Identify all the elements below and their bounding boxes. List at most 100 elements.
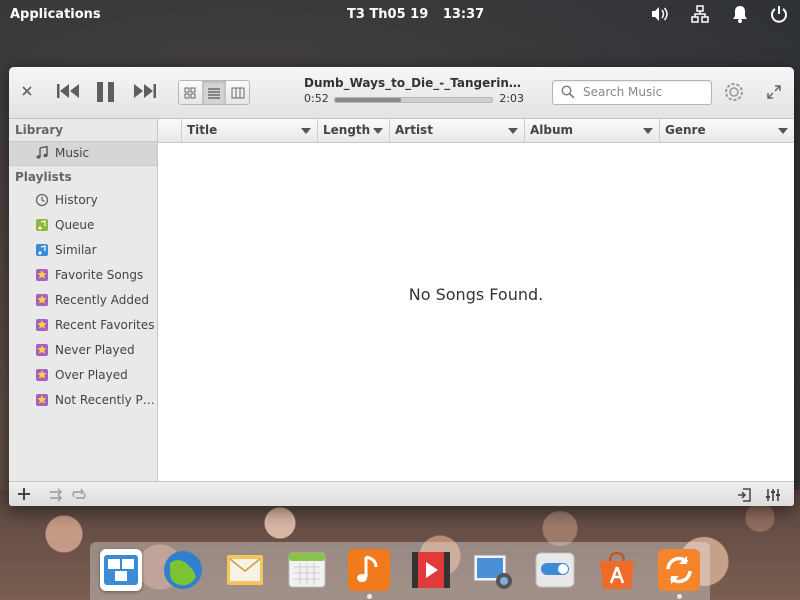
maximize-button[interactable] bbox=[767, 84, 781, 103]
column-label: Title bbox=[187, 123, 218, 137]
column-header-title[interactable]: Title bbox=[182, 119, 318, 142]
sidebar-item-favorite-songs[interactable]: Favorite Songs bbox=[9, 263, 157, 288]
list-view-button[interactable] bbox=[202, 81, 227, 104]
next-button[interactable] bbox=[133, 83, 157, 103]
web-browser-icon[interactable] bbox=[162, 549, 204, 591]
sidebar-item-recent-favorites[interactable]: Recent Favorites bbox=[9, 313, 157, 338]
column-header-album[interactable]: Album bbox=[525, 119, 660, 142]
app-center-icon[interactable] bbox=[596, 549, 638, 591]
smart-playlist-icon bbox=[36, 294, 48, 306]
columns-icon bbox=[231, 87, 245, 98]
info-panel-button[interactable] bbox=[737, 487, 751, 506]
volume-icon[interactable] bbox=[650, 5, 670, 25]
music-app-icon[interactable] bbox=[348, 549, 390, 591]
power-icon[interactable] bbox=[769, 5, 789, 25]
column-view-button[interactable] bbox=[226, 81, 249, 104]
repeat-icon bbox=[72, 488, 86, 499]
sidebar-item-label: Recent Favorites bbox=[55, 318, 155, 332]
smart-playlist-icon bbox=[36, 369, 48, 381]
header-bar: Dumb_Ways_to_Die_-_Tangerine_Kit... 0:52… bbox=[9, 67, 794, 119]
sidebar-item-label: Similar bbox=[55, 243, 97, 257]
mail-icon[interactable] bbox=[224, 549, 266, 591]
plus-icon bbox=[18, 488, 30, 500]
expand-icon bbox=[767, 85, 781, 99]
column-label: Genre bbox=[665, 123, 706, 137]
action-bar bbox=[9, 481, 794, 506]
sidebar-item-over-played[interactable]: Over Played bbox=[9, 363, 157, 388]
running-indicator bbox=[367, 594, 372, 599]
date-label: T3 Th05 19 bbox=[347, 7, 429, 22]
notifications-icon[interactable] bbox=[730, 5, 750, 25]
gear-icon bbox=[725, 83, 743, 101]
applications-menu[interactable]: Applications bbox=[10, 7, 101, 22]
shuffle-icon bbox=[50, 488, 62, 502]
sidebar-item-music[interactable]: Music bbox=[9, 141, 157, 166]
smart-playlist-icon bbox=[36, 344, 48, 356]
add-playlist-button[interactable] bbox=[17, 486, 31, 505]
total-time: 2:03 bbox=[499, 92, 524, 105]
sidebar-item-queue[interactable]: Queue bbox=[9, 213, 157, 238]
grid-view-button[interactable] bbox=[179, 81, 203, 104]
chevron-down-icon bbox=[373, 128, 383, 134]
sidebar-item-label: Never Played bbox=[55, 343, 135, 357]
source-sidebar: Library Music Playlists History Queue Si… bbox=[9, 119, 158, 481]
sidebar-item-label: Favorite Songs bbox=[55, 268, 144, 282]
previous-button[interactable] bbox=[56, 83, 80, 103]
smart-playlist-icon bbox=[36, 319, 48, 331]
running-indicator bbox=[677, 594, 682, 599]
sidebar-item-recently-added[interactable]: Recently Added bbox=[9, 288, 157, 313]
chevron-down-icon bbox=[778, 128, 788, 134]
multitasking-view-icon[interactable] bbox=[100, 549, 142, 591]
view-mode-switcher bbox=[178, 80, 250, 105]
column-header-genre[interactable]: Genre bbox=[660, 119, 794, 142]
sidebar-item-label: History bbox=[55, 193, 98, 207]
column-label: Album bbox=[530, 123, 574, 137]
playlists-header: Playlists bbox=[15, 170, 72, 184]
column-header-status[interactable] bbox=[158, 119, 182, 142]
shuffle-button[interactable] bbox=[49, 487, 65, 506]
sidebar-item-not-recently-played[interactable]: Not Recently Pla... bbox=[9, 388, 157, 413]
equalizer-settings-button[interactable] bbox=[723, 81, 745, 107]
sidebar-toggle-icon bbox=[738, 488, 751, 502]
close-icon bbox=[22, 86, 32, 96]
pause-button[interactable] bbox=[95, 81, 117, 107]
similar-icon bbox=[36, 244, 48, 256]
grid-icon bbox=[184, 87, 196, 98]
now-playing: Dumb_Ways_to_Die_-_Tangerine_Kit... 0:52… bbox=[304, 76, 524, 106]
history-icon bbox=[35, 193, 49, 207]
system-settings-icon[interactable] bbox=[534, 549, 576, 591]
sidebar-item-label: Over Played bbox=[55, 368, 128, 382]
network-icon[interactable] bbox=[690, 5, 710, 25]
top-panel: Applications T3 Th05 19 13:37 bbox=[0, 0, 800, 30]
column-header-artist[interactable]: Artist bbox=[390, 119, 525, 142]
chevron-down-icon bbox=[508, 128, 518, 134]
column-label: Length bbox=[323, 123, 371, 137]
time-label: 13:37 bbox=[442, 7, 485, 22]
close-button[interactable] bbox=[21, 83, 33, 101]
sidebar-item-never-played[interactable]: Never Played bbox=[9, 338, 157, 363]
search-field[interactable] bbox=[552, 80, 712, 105]
seek-bar[interactable] bbox=[334, 97, 493, 103]
sidebar-item-similar[interactable]: Similar bbox=[9, 238, 157, 263]
music-window: Dumb_Ways_to_Die_-_Tangerine_Kit... 0:52… bbox=[9, 67, 794, 506]
photos-icon[interactable] bbox=[472, 549, 514, 591]
videos-icon[interactable] bbox=[410, 549, 452, 591]
equalizer-button[interactable] bbox=[765, 487, 781, 506]
datetime-indicator[interactable]: T3 Th05 19 13:37 bbox=[347, 7, 494, 22]
software-updates-icon[interactable] bbox=[658, 549, 700, 591]
pause-icon bbox=[97, 82, 114, 102]
calendar-icon[interactable] bbox=[286, 549, 328, 591]
seek-bar-fill bbox=[335, 98, 401, 102]
sidebar-item-history[interactable]: History bbox=[9, 188, 157, 213]
search-input[interactable] bbox=[581, 84, 709, 100]
repeat-button[interactable] bbox=[71, 487, 87, 506]
smart-playlist-icon bbox=[36, 269, 48, 281]
library-header: Library bbox=[15, 123, 64, 137]
chevron-down-icon bbox=[643, 128, 653, 134]
elapsed-time: 0:52 bbox=[304, 92, 329, 105]
chevron-down-icon bbox=[301, 128, 311, 134]
column-header-length[interactable]: Length bbox=[318, 119, 390, 142]
smart-playlist-icon bbox=[36, 394, 48, 406]
song-list: Title Length Artist Album Genre No Songs… bbox=[158, 119, 794, 481]
empty-state-message: No Songs Found. bbox=[408, 285, 544, 304]
